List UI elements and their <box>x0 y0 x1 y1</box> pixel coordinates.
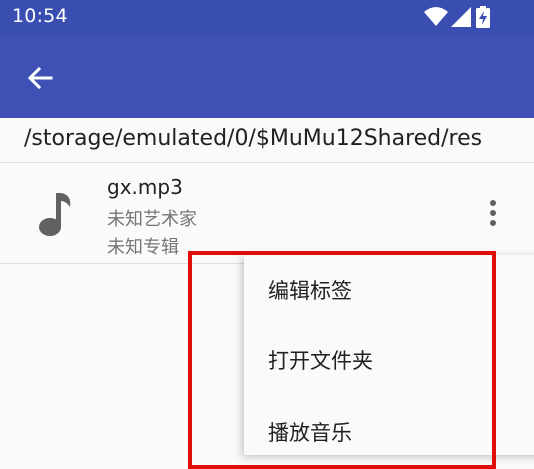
wifi-icon <box>424 7 448 26</box>
file-list-item[interactable]: gx.mp3 未知艺术家 未知专辑 <box>0 163 534 264</box>
music-note-icon <box>39 193 71 236</box>
file-artist: 未知艺术家 <box>107 209 197 230</box>
menu-item-open-folder[interactable]: 打开文件夹 <box>244 325 534 393</box>
arrow-left-icon[interactable] <box>24 62 56 94</box>
menu-item-play-music[interactable]: 播放音乐 <box>244 397 534 465</box>
file-album: 未知专辑 <box>107 237 179 258</box>
status-time: 10:54 <box>12 5 68 27</box>
context-menu: 编辑标签 打开文件夹 播放音乐 <box>244 255 534 455</box>
more-vertical-icon[interactable] <box>481 199 505 227</box>
signal-icon <box>451 7 471 27</box>
app-bar <box>0 34 534 118</box>
menu-item-label: 编辑标签 <box>268 279 352 303</box>
menu-item-edit-tags[interactable]: 编辑标签 <box>244 255 534 323</box>
menu-item-label: 打开文件夹 <box>268 349 373 373</box>
path-breadcrumb: /storage/emulated/0/$MuMu12Shared/res <box>0 118 534 163</box>
menu-item-label: 播放音乐 <box>268 421 352 445</box>
battery-charging-icon <box>476 6 490 28</box>
status-bar: 10:54 <box>0 0 534 34</box>
path-text: /storage/emulated/0/$MuMu12Shared/res <box>24 126 483 151</box>
file-name: gx.mp3 <box>107 175 183 199</box>
